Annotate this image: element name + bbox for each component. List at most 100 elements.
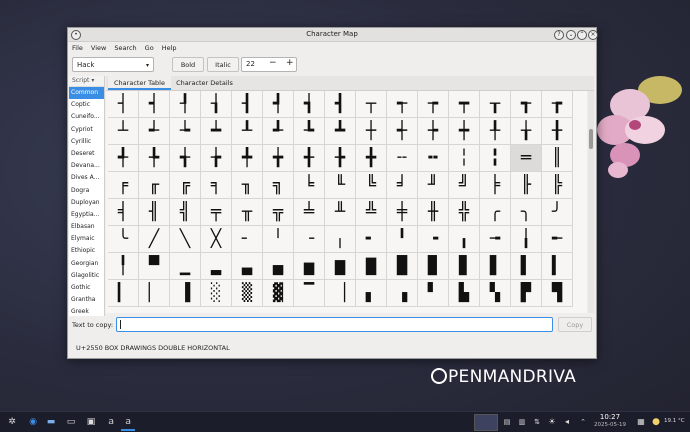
copy-button[interactable]: Copy <box>558 317 592 332</box>
character-cell[interactable]: ╘ <box>294 172 325 199</box>
character-cell[interactable]: ▅ <box>294 253 325 280</box>
character-cell[interactable]: ╵ <box>263 226 294 253</box>
character-cell[interactable]: ╚ <box>356 172 387 199</box>
character-cell[interactable]: ╉ <box>294 145 325 172</box>
character-cell[interactable]: ┸ <box>232 118 263 145</box>
character-cell[interactable]: ┴ <box>108 118 139 145</box>
brightness-icon[interactable]: ☀ <box>545 415 559 429</box>
font-size-spinbox[interactable]: 22 − + <box>241 57 297 72</box>
character-cell[interactable]: ╡ <box>108 199 139 226</box>
character-cell[interactable]: ╏ <box>480 145 511 172</box>
character-cell[interactable]: ▇ <box>356 253 387 280</box>
character-cell[interactable]: ╭ <box>480 199 511 226</box>
maximize-icon[interactable]: ⌃ <box>577 30 587 40</box>
character-cell[interactable]: ▘ <box>418 280 449 307</box>
character-cell[interactable]: ╶ <box>294 226 325 253</box>
character-cell[interactable]: ▏ <box>139 280 170 307</box>
character-cell[interactable]: ▆ <box>325 253 356 280</box>
character-cell[interactable]: ╝ <box>449 172 480 199</box>
character-cell[interactable]: ╒ <box>108 172 139 199</box>
character-cell[interactable]: ┰ <box>480 91 511 118</box>
close-icon[interactable]: × <box>588 30 598 40</box>
character-cell[interactable]: ╺ <box>418 226 449 253</box>
character-cell[interactable]: ╲ <box>170 226 201 253</box>
character-cell[interactable]: ╊ <box>325 145 356 172</box>
character-cell[interactable]: ┷ <box>201 118 232 145</box>
character-cell[interactable]: ▊ <box>449 253 480 280</box>
script-item[interactable]: Egyptia... <box>69 209 104 221</box>
italic-button[interactable]: Italic <box>207 57 239 72</box>
menu-go[interactable]: Go <box>145 44 154 52</box>
character-cell[interactable]: ▒ <box>232 280 263 307</box>
clock[interactable]: 10:27 2025-05-19 <box>594 413 626 429</box>
character-cell[interactable]: ╋ <box>356 145 387 172</box>
character-cell[interactable]: ┧ <box>201 91 232 118</box>
script-item[interactable]: Elbasan <box>69 221 104 233</box>
file-manager-icon[interactable]: ▬ <box>44 415 58 429</box>
character-cell[interactable]: ╀ <box>480 118 511 145</box>
character-cell[interactable]: ╂ <box>542 118 573 145</box>
character-cell[interactable]: ▔ <box>294 280 325 307</box>
character-cell[interactable]: ╳ <box>201 226 232 253</box>
script-item[interactable]: Deseret <box>69 148 104 160</box>
script-list[interactable]: Script ▾ Common Coptic Cuneifo... Cypriot Cy… <box>69 76 105 316</box>
character-cell[interactable]: ╛ <box>387 172 418 199</box>
character-cell[interactable]: ╮ <box>511 199 542 226</box>
character-cell[interactable]: ═ <box>511 145 542 172</box>
character-cell[interactable]: ▉ <box>418 253 449 280</box>
network-icon[interactable]: ⇅ <box>530 415 544 429</box>
help-icon[interactable]: ? <box>554 30 564 40</box>
script-item[interactable]: Gothic <box>69 282 104 294</box>
character-cell[interactable]: ╃ <box>108 145 139 172</box>
tab-character-details[interactable]: Character Details <box>173 76 236 90</box>
minimize-icon[interactable]: ⌄ <box>566 30 576 40</box>
character-cell[interactable]: ╆ <box>201 145 232 172</box>
character-cell[interactable]: ╬ <box>449 199 480 226</box>
character-cell[interactable]: ╠ <box>542 172 573 199</box>
character-cell[interactable]: ╸ <box>356 226 387 253</box>
script-item[interactable]: Duployan <box>69 197 104 209</box>
app-launcher-icon[interactable]: ✲ <box>5 415 19 429</box>
character-cell[interactable]: ╢ <box>139 199 170 226</box>
character-cell[interactable]: ╼ <box>480 226 511 253</box>
character-cell[interactable]: ╜ <box>418 172 449 199</box>
character-cell[interactable]: ▛ <box>511 280 542 307</box>
character-cell[interactable]: ┱ <box>511 91 542 118</box>
character-cell[interactable]: ╷ <box>325 226 356 253</box>
character-cell[interactable]: ╌ <box>387 145 418 172</box>
charmap-active-task-icon[interactable]: ａ <box>121 415 135 431</box>
character-cell[interactable]: ▓ <box>263 280 294 307</box>
character-cell[interactable]: ╧ <box>294 199 325 226</box>
character-cell[interactable]: ╰ <box>108 226 139 253</box>
character-cell[interactable]: ┥ <box>139 91 170 118</box>
character-cell[interactable]: ╪ <box>387 199 418 226</box>
character-cell[interactable]: ┹ <box>263 118 294 145</box>
character-cell[interactable]: ┿ <box>449 118 480 145</box>
character-cell[interactable]: ▜ <box>542 280 573 307</box>
character-cell[interactable]: ▌ <box>511 253 542 280</box>
clipboard-icon[interactable]: ▤ <box>500 415 514 429</box>
virtual-desktop-pager[interactable] <box>474 414 498 431</box>
character-cell[interactable]: ┶ <box>170 118 201 145</box>
character-table[interactable]: ┤ ┥ ┦ ┧ ┨ ┩ ┪ ┫ ┬ ┭ ┮ ┯ ┰ ┱ ┲ ┴ ┵ ┶ ┷ ┸ ┹ ┺ ┻ ┼ ┽ ┾ ┿ ╀ ╁ ╂ ╃ ╄ ╅ ╆ ╇ ╈ ╉ ╊ ╋ ╌… <box>106 91 587 313</box>
character-cell[interactable]: ╫ <box>418 199 449 226</box>
menu-file[interactable]: File <box>72 44 83 52</box>
character-cell[interactable]: ▄ <box>263 253 294 280</box>
character-cell[interactable]: ╄ <box>139 145 170 172</box>
script-item[interactable]: Glagolitic <box>69 270 104 282</box>
character-cell[interactable]: ╇ <box>232 145 263 172</box>
character-cell[interactable]: ╁ <box>511 118 542 145</box>
font-selector[interactable]: Hack ▾ <box>72 57 154 72</box>
script-item[interactable]: Ethiopic <box>69 245 104 257</box>
character-cell[interactable]: ░ <box>201 280 232 307</box>
character-cell[interactable]: ▂ <box>201 253 232 280</box>
character-cell[interactable]: ▚ <box>480 280 511 307</box>
character-cell[interactable]: ╩ <box>356 199 387 226</box>
character-cell[interactable]: ┻ <box>325 118 356 145</box>
tab-character-table[interactable]: Character Table <box>108 76 171 90</box>
character-cell[interactable]: ╴ <box>232 226 263 253</box>
character-cell[interactable]: ┪ <box>294 91 325 118</box>
character-cell[interactable]: ▖ <box>356 280 387 307</box>
character-cell[interactable]: ▀ <box>139 253 170 280</box>
scrollbar-thumb[interactable] <box>589 129 593 149</box>
